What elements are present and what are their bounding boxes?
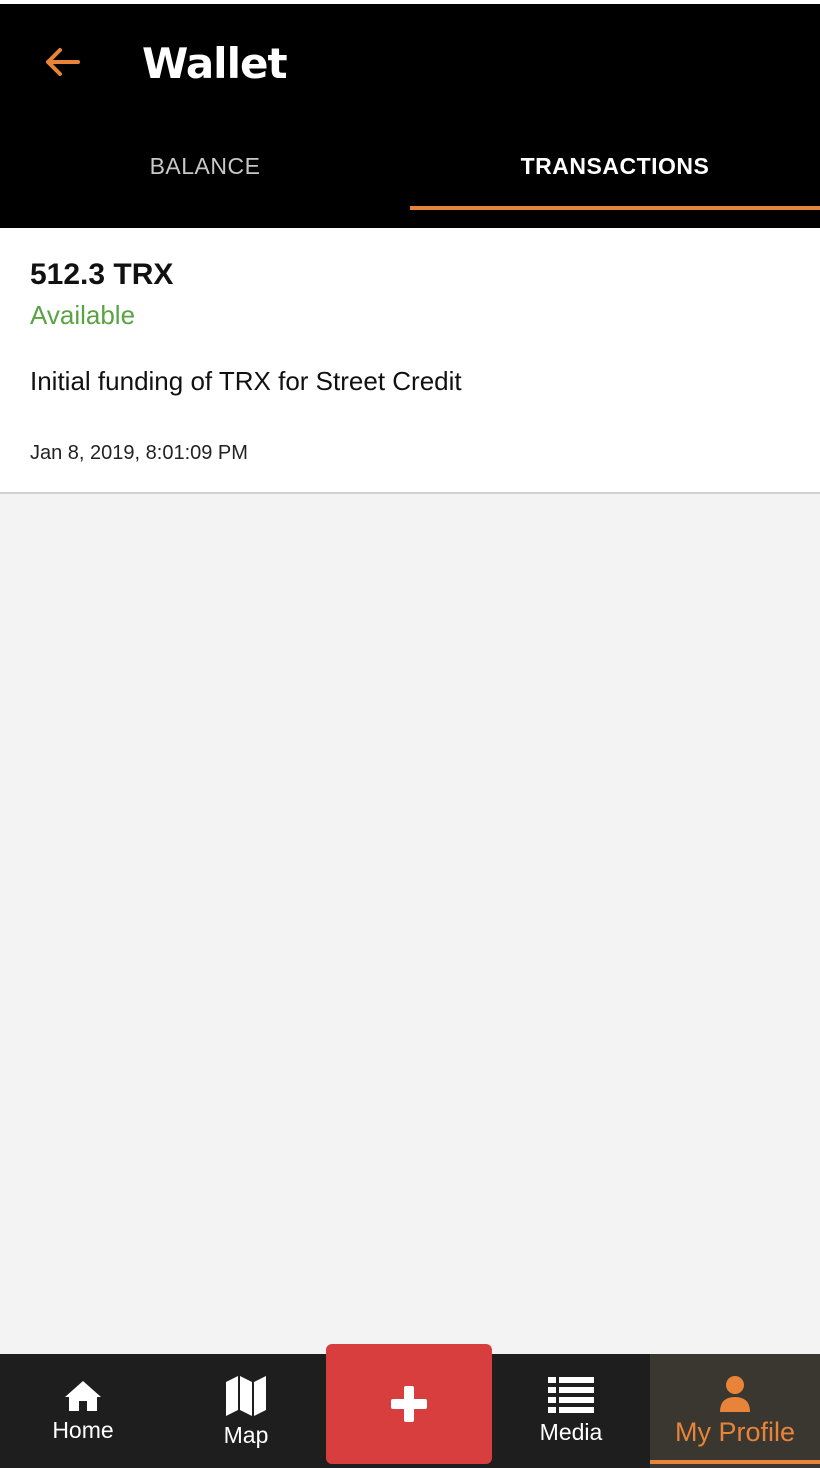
nav-media-label: Media: [539, 1418, 603, 1445]
tab-transactions-label: TRANSACTIONS: [520, 152, 710, 179]
transaction-description: Initial funding of TRX for Street Credit: [30, 366, 462, 396]
page-title: Wallet: [142, 39, 288, 88]
transaction-timestamp: Jan 8, 2019, 8:01:09 PM: [30, 442, 248, 464]
transaction-amount: 512.3 TRX: [30, 258, 174, 291]
tab-balance[interactable]: BALANCE: [0, 122, 410, 210]
transaction-card[interactable]: 512.3 TRX Available Initial funding of T…: [0, 228, 820, 494]
back-button[interactable]: [30, 38, 94, 86]
home-icon: [65, 1380, 101, 1411]
map-icon: [226, 1375, 266, 1416]
nav-map-label: Map: [223, 1421, 269, 1448]
user-icon: [720, 1375, 750, 1412]
list-icon: [548, 1376, 594, 1413]
nav-home-label: Home: [52, 1416, 114, 1443]
add-post-button[interactable]: [326, 1344, 492, 1464]
tab-transactions[interactable]: TRANSACTIONS: [410, 122, 820, 210]
active-tab-indicator: [410, 206, 820, 210]
nav-my-profile[interactable]: My Profile: [650, 1354, 820, 1468]
nav-media[interactable]: Media: [492, 1354, 650, 1468]
tab-balance-label: BALANCE: [149, 152, 261, 179]
nav-map[interactable]: Map: [166, 1354, 326, 1468]
nav-active-indicator: [650, 1460, 820, 1464]
nav-home[interactable]: Home: [0, 1354, 166, 1468]
transaction-status: Available: [30, 300, 136, 330]
nav-my-profile-label: My Profile: [674, 1416, 796, 1447]
plus-icon: [391, 1386, 427, 1422]
arrow-left-icon: [46, 48, 80, 76]
